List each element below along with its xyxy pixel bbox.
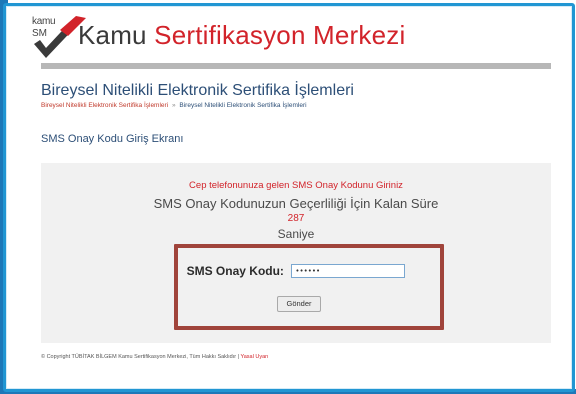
legal-notice-link[interactable]: Yasal Uyarı (240, 354, 268, 360)
section-title: SMS Onay Kodu Giriş Ekranı (41, 133, 184, 145)
site-header: kamu SM Kamu Sertifikasyon Merkezi (6, 6, 572, 74)
breadcrumb-item-1[interactable]: Bireysel Nitelikli Elektronik Sertifika … (41, 102, 168, 109)
logo-kamu-text: kamu (32, 16, 56, 27)
remaining-time-label: SMS Onay Kodunuzun Geçerliliği İçin Kala… (153, 196, 439, 211)
remaining-seconds-value: 287 (287, 213, 305, 224)
header-divider (41, 63, 551, 69)
brand-kamu: Kamu (78, 20, 147, 50)
breadcrumb: Bireysel Nitelikli Elektronik Sertifika … (41, 102, 307, 109)
logo-sm-text: SM (32, 28, 47, 39)
copyright-footer: © Copyright TÜBİTAK BİLGEM Kamu Sertifik… (41, 354, 269, 360)
brand-sertifikasyon-merkezi: Sertifikasyon Merkezi (154, 20, 406, 50)
page-title: Bireysel Nitelikli Elektronik Sertifika … (41, 82, 354, 99)
seconds-unit-label: Saniye (277, 227, 315, 241)
screenshot-frame: kamu SM Kamu Sertifikasyon Merkezi Birey… (3, 3, 575, 392)
breadcrumb-item-2[interactable]: Bireysel Nitelikli Elektronik Sertifika … (179, 102, 306, 109)
breadcrumb-separator: » (171, 102, 176, 109)
copyright-text: © Copyright TÜBİTAK BİLGEM Kamu Sertifik… (41, 354, 241, 360)
highlight-annotation-box (174, 244, 444, 330)
sms-instruction-text: Cep telefonunuza gelen SMS Onay Kodunu G… (189, 180, 403, 191)
site-brand[interactable]: Kamu Sertifikasyon Merkezi (78, 20, 405, 51)
